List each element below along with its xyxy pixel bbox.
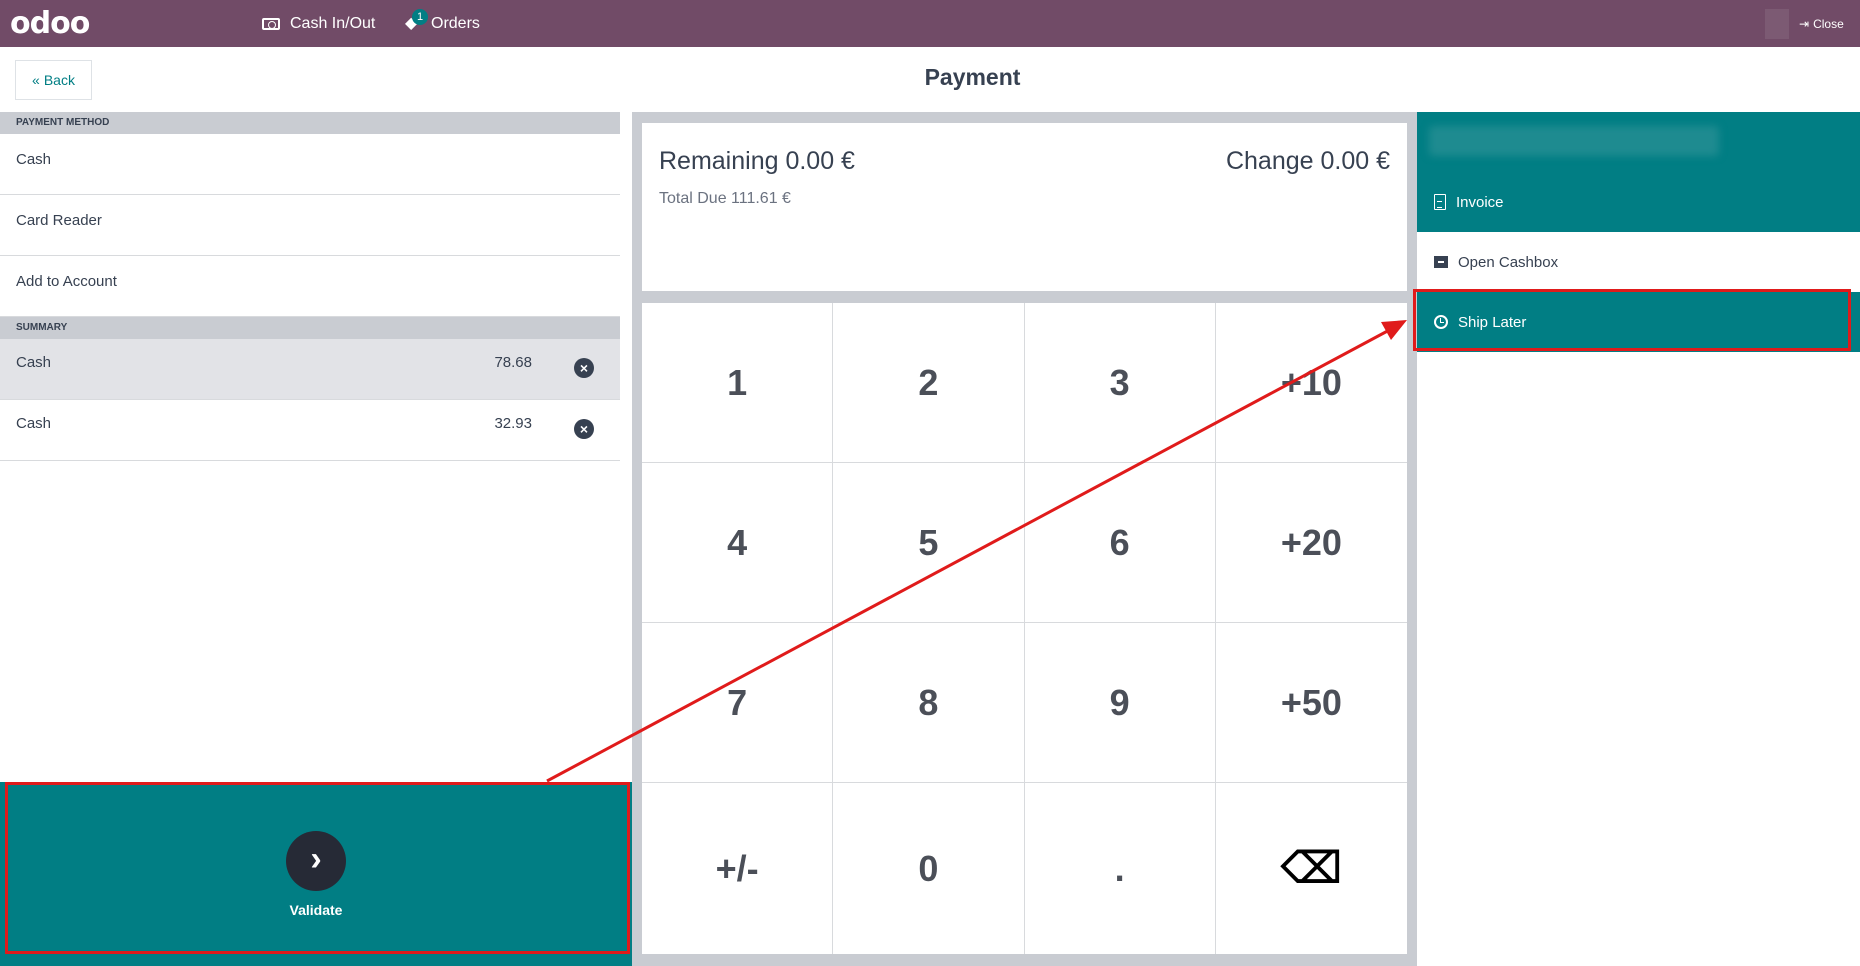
remove-line-icon[interactable]: × bbox=[574, 419, 594, 439]
payment-method-card-reader[interactable]: Card Reader bbox=[0, 195, 620, 256]
numpad-key-4[interactable]: 4 bbox=[642, 463, 834, 623]
numpad-key-plus-50[interactable]: +50 bbox=[1215, 623, 1407, 783]
payment-line[interactable]: Cash 78.68 × bbox=[0, 339, 620, 400]
remaining-amount: Remaining 0.00 € bbox=[659, 147, 855, 175]
payment-center-panel: Remaining 0.00 € Change 0.00 € Total Due… bbox=[632, 112, 1417, 966]
numpad-key-6[interactable]: 6 bbox=[1024, 463, 1216, 623]
payment-status: Remaining 0.00 € Change 0.00 € Total Due… bbox=[642, 123, 1407, 291]
numpad-key-2[interactable]: 2 bbox=[833, 303, 1025, 463]
payment-line-amount: 78.68 bbox=[494, 354, 532, 371]
backspace-icon[interactable]: ⌫ bbox=[1216, 783, 1407, 954]
numpad: 1 2 3 +10 4 5 6 +20 7 8 9 +50 +/- 0 . ⌫ bbox=[642, 303, 1407, 954]
close-button[interactable]: ⇥ Close bbox=[1799, 0, 1844, 47]
payment-method-heading: Payment Method bbox=[0, 112, 620, 134]
numpad-key-0[interactable]: 0 bbox=[833, 783, 1025, 954]
invoice-label: Invoice bbox=[1456, 193, 1504, 211]
open-cashbox-button[interactable]: Open Cashbox bbox=[1417, 232, 1860, 292]
cash-in-out-label: Cash In/Out bbox=[290, 14, 376, 32]
close-label: Close bbox=[1813, 16, 1844, 31]
summary-heading: Summary bbox=[0, 317, 620, 339]
numpad-key-9[interactable]: 9 bbox=[1024, 623, 1216, 783]
cash-in-out-button[interactable]: Cash In/Out bbox=[262, 0, 375, 47]
validate-button[interactable]: › Validate bbox=[0, 782, 632, 966]
numpad-key-plus-10[interactable]: +10 bbox=[1215, 303, 1407, 463]
clock-icon bbox=[1434, 315, 1448, 329]
payment-line-amount: 32.93 bbox=[494, 415, 532, 432]
numpad-key-decimal[interactable]: . bbox=[1025, 783, 1216, 954]
remove-line-icon[interactable]: × bbox=[574, 358, 594, 378]
numpad-key-plus-minus[interactable]: +/- bbox=[642, 783, 834, 954]
page-title: Payment bbox=[924, 64, 1021, 90]
numpad-key-plus-20[interactable]: +20 bbox=[1215, 463, 1407, 623]
payment-method-cash[interactable]: Cash bbox=[0, 134, 620, 195]
cash-icon bbox=[262, 17, 280, 30]
payment-line[interactable]: Cash 32.93 × bbox=[0, 400, 620, 461]
payment-method-add-to-account[interactable]: Add to Account bbox=[0, 256, 620, 317]
numpad-key-5[interactable]: 5 bbox=[833, 463, 1025, 623]
sign-out-icon: ⇥ bbox=[1799, 16, 1810, 31]
customer-name-redacted bbox=[1429, 126, 1719, 156]
total-due: Total Due 111.61 € bbox=[659, 190, 791, 207]
numpad-key-8[interactable]: 8 bbox=[833, 623, 1025, 783]
ship-later-label: Ship Later bbox=[1458, 313, 1527, 331]
payment-line-method: Cash bbox=[16, 354, 52, 371]
numpad-key-1[interactable]: 1 bbox=[642, 303, 834, 463]
payment-header: « Back Payment bbox=[0, 47, 1860, 112]
actions-panel: Invoice Open Cashbox Ship Later bbox=[1417, 112, 1860, 966]
payment-line-method: Cash bbox=[16, 415, 52, 432]
validate-label: Validate bbox=[289, 902, 343, 918]
orders-count-badge: 1 bbox=[412, 9, 429, 25]
top-bar: odoo Cash In/Out ◆ Orders 1 ⇥ Close bbox=[0, 0, 1860, 47]
open-cashbox-label: Open Cashbox bbox=[1458, 253, 1559, 271]
ship-later-button[interactable]: Ship Later bbox=[1417, 292, 1860, 352]
odoo-logo: odoo bbox=[10, 6, 90, 41]
archive-icon bbox=[1434, 256, 1448, 268]
orders-label: Orders bbox=[431, 14, 480, 32]
numpad-key-7[interactable]: 7 bbox=[642, 623, 834, 783]
document-icon bbox=[1434, 194, 1446, 210]
chevron-right-icon: › bbox=[286, 831, 346, 891]
user-avatar[interactable] bbox=[1765, 9, 1789, 39]
change-amount: Change 0.00 € bbox=[1225, 147, 1390, 175]
numpad-key-3[interactable]: 3 bbox=[1024, 303, 1216, 463]
invoice-button[interactable]: Invoice bbox=[1417, 172, 1860, 232]
